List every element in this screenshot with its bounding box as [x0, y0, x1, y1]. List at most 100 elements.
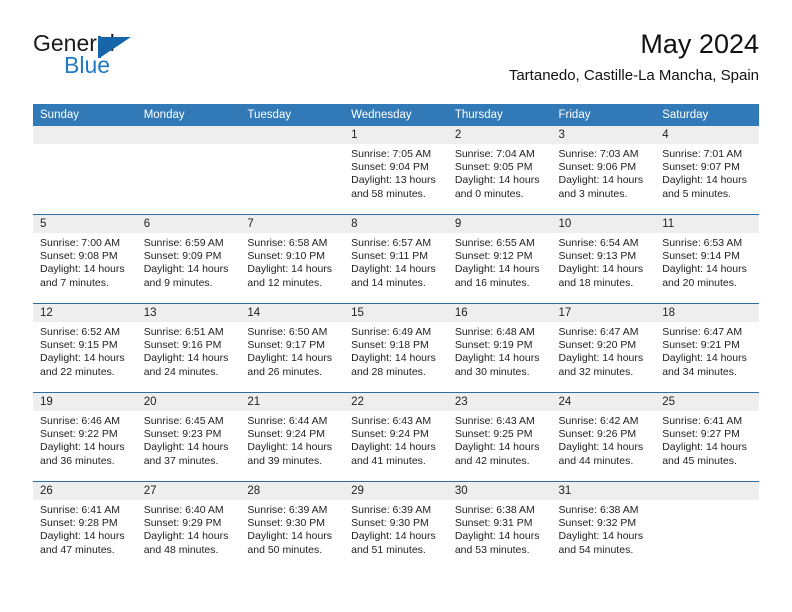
- daylight-duration-line2: and 24 minutes.: [143, 365, 219, 378]
- sunset-time: Sunset: 9:17 PM: [247, 339, 326, 352]
- sunrise-time: Sunrise: 6:39 AM: [351, 504, 432, 516]
- sunrise-time: Sunrise: 6:57 AM: [351, 237, 432, 249]
- sunset-time: Sunset: 9:16 PM: [143, 339, 222, 352]
- calendar-day-cell[interactable]: 18 Sunrise: 6:47 AM Sunset: 9:21 PM Dayligh…: [655, 303, 759, 393]
- sunrise-time: Sunrise: 6:47 AM: [662, 326, 743, 338]
- day-details: Sunrise: 6:46 AM Sunset: 9:22 PM Daylight:…: [33, 411, 137, 468]
- day-number: 15: [344, 304, 448, 322]
- day-details: Sunrise: 7:03 AM Sunset: 9:06 PM Daylight:…: [552, 144, 656, 201]
- daylight-duration-line2: and 28 minutes.: [351, 365, 426, 378]
- daylight-duration-line1: Daylight: 14 hours: [351, 263, 436, 276]
- day-number-band-empty: [136, 126, 241, 144]
- calendar-day-cell[interactable]: 19 Sunrise: 6:46 AM Sunset: 9:22 PM Dayligh…: [33, 392, 137, 482]
- calendar-day-cell[interactable]: 27 Sunrise: 6:40 AM Sunset: 9:29 PM Dayligh…: [136, 481, 241, 570]
- daylight-duration-line2: and 54 minutes.: [558, 543, 634, 556]
- day-number: 9: [447, 215, 552, 233]
- calendar-cell-inner: 24 Sunrise: 6:42 AM Sunset: 9:26 PM Dayligh…: [551, 393, 656, 481]
- day-details: Sunrise: 6:59 AM Sunset: 9:09 PM Daylight:…: [137, 233, 241, 290]
- sunrise-time: Sunrise: 6:47 AM: [558, 326, 639, 338]
- sunrise-time: Sunrise: 6:44 AM: [247, 415, 328, 427]
- calendar-day-cell[interactable]: 4 Sunrise: 7:01 AM Sunset: 9:07 PM Daylight…: [655, 126, 759, 215]
- sunrise-time: Sunrise: 7:04 AM: [454, 148, 535, 160]
- day-details: Sunrise: 6:54 AM Sunset: 9:13 PM Daylight:…: [552, 233, 656, 290]
- calendar-cell-inner: 6 Sunrise: 6:59 AM Sunset: 9:09 PM Daylight…: [136, 215, 241, 303]
- daylight-duration-line1: Daylight: 14 hours: [247, 530, 333, 543]
- calendar-day-cell[interactable]: 5 Sunrise: 7:00 AM Sunset: 9:08 PM Daylight…: [33, 214, 137, 304]
- weekday-header-row: Sunday Monday Tuesday Wednesday Thursday…: [33, 104, 759, 126]
- day-details: Sunrise: 6:39 AM Sunset: 9:30 PM Daylight:…: [240, 500, 344, 557]
- daylight-duration-line2: and 41 minutes.: [351, 454, 426, 467]
- calendar-day-cell[interactable]: 10 Sunrise: 6:54 AM Sunset: 9:13 PM Dayligh…: [551, 214, 656, 304]
- calendar-day-cell[interactable]: 12 Sunrise: 6:52 AM Sunset: 9:15 PM Dayligh…: [33, 303, 137, 393]
- sunrise-time: Sunrise: 6:54 AM: [558, 237, 639, 249]
- calendar-day-cell[interactable]: 11 Sunrise: 6:53 AM Sunset: 9:14 PM Dayligh…: [655, 214, 759, 304]
- sunset-time: Sunset: 9:18 PM: [351, 339, 429, 352]
- daylight-duration-line2: and 26 minutes.: [247, 365, 323, 378]
- calendar-day-cell[interactable]: 26 Sunrise: 6:41 AM Sunset: 9:28 PM Dayligh…: [33, 481, 137, 570]
- calendar-week-row: 5 Sunrise: 7:00 AM Sunset: 9:08 PM Daylight…: [33, 214, 759, 304]
- sunrise-time: Sunrise: 6:50 AM: [247, 326, 328, 338]
- day-details: Sunrise: 6:43 AM Sunset: 9:25 PM Daylight:…: [448, 411, 552, 468]
- day-number-band-empty: [240, 126, 345, 144]
- daylight-duration-line1: Daylight: 14 hours: [454, 441, 540, 454]
- calendar-day-cell[interactable]: 31 Sunrise: 6:38 AM Sunset: 9:32 PM Dayligh…: [551, 481, 656, 570]
- sunrise-time: Sunrise: 6:41 AM: [40, 504, 120, 516]
- calendar-day-cell[interactable]: 23 Sunrise: 6:43 AM Sunset: 9:25 PM Dayligh…: [447, 392, 552, 482]
- calendar-day-cell[interactable]: 14 Sunrise: 6:50 AM Sunset: 9:17 PM Dayligh…: [240, 303, 345, 393]
- calendar-day-cell[interactable]: 6 Sunrise: 6:59 AM Sunset: 9:09 PM Daylight…: [136, 214, 241, 304]
- calendar-cell-inner: 27 Sunrise: 6:40 AM Sunset: 9:29 PM Dayligh…: [136, 482, 241, 570]
- sunrise-time: Sunrise: 7:01 AM: [662, 148, 743, 160]
- sunrise-time: Sunrise: 7:03 AM: [558, 148, 639, 160]
- calendar-day-cell[interactable]: 29 Sunrise: 6:39 AM Sunset: 9:30 PM Dayligh…: [344, 481, 448, 570]
- calendar-day-cell[interactable]: 7 Sunrise: 6:58 AM Sunset: 9:10 PM Daylight…: [240, 214, 345, 304]
- day-details: Sunrise: 6:55 AM Sunset: 9:12 PM Daylight:…: [448, 233, 552, 290]
- day-number: 5: [33, 215, 137, 233]
- sunrise-time: Sunrise: 6:53 AM: [662, 237, 743, 249]
- daylight-duration-line2: and 14 minutes.: [351, 276, 426, 289]
- daylight-duration-line2: and 39 minutes.: [247, 454, 323, 467]
- calendar-day-cell[interactable]: 8 Sunrise: 6:57 AM Sunset: 9:11 PM Daylight…: [344, 214, 448, 304]
- calendar-day-cell[interactable]: 3 Sunrise: 7:03 AM Sunset: 9:06 PM Daylight…: [551, 126, 656, 215]
- calendar-day-cell[interactable]: 30 Sunrise: 6:38 AM Sunset: 9:31 PM Dayligh…: [447, 481, 552, 570]
- sunrise-time: Sunrise: 6:39 AM: [247, 504, 328, 516]
- sunset-time: Sunset: 9:20 PM: [558, 339, 637, 352]
- calendar-cell-inner: 25 Sunrise: 6:41 AM Sunset: 9:27 PM Dayligh…: [655, 393, 759, 481]
- day-details: Sunrise: 6:38 AM Sunset: 9:31 PM Daylight:…: [448, 500, 552, 557]
- day-details: Sunrise: 6:49 AM Sunset: 9:18 PM Daylight:…: [344, 322, 448, 379]
- daylight-duration-line2: and 18 minutes.: [558, 276, 634, 289]
- calendar-day-cell[interactable]: 20 Sunrise: 6:45 AM Sunset: 9:23 PM Dayligh…: [136, 392, 241, 482]
- calendar-cell-inner: 7 Sunrise: 6:58 AM Sunset: 9:10 PM Daylight…: [240, 215, 345, 303]
- daylight-duration-line1: Daylight: 14 hours: [351, 352, 436, 365]
- sunset-time: Sunset: 9:26 PM: [558, 428, 637, 441]
- calendar-day-cell[interactable]: 2 Sunrise: 7:04 AM Sunset: 9:05 PM Daylight…: [447, 126, 552, 215]
- calendar-day-cell[interactable]: 1 Sunrise: 7:05 AM Sunset: 9:04 PM Daylight…: [344, 126, 448, 215]
- calendar-day-cell[interactable]: 21 Sunrise: 6:44 AM Sunset: 9:24 PM Dayligh…: [240, 392, 345, 482]
- daylight-duration-line1: Daylight: 13 hours: [351, 174, 436, 187]
- calendar-day-cell[interactable]: 16 Sunrise: 6:48 AM Sunset: 9:19 PM Dayligh…: [447, 303, 552, 393]
- calendar-day-cell[interactable]: 17 Sunrise: 6:47 AM Sunset: 9:20 PM Dayligh…: [551, 303, 656, 393]
- brand-logo[interactable]: General Blue: [33, 32, 243, 86]
- calendar-day-cell[interactable]: 24 Sunrise: 6:42 AM Sunset: 9:26 PM Dayligh…: [551, 392, 656, 482]
- daylight-duration-line2: and 20 minutes.: [662, 276, 737, 289]
- day-details: Sunrise: 7:05 AM Sunset: 9:04 PM Daylight:…: [344, 144, 448, 201]
- calendar-day-cell[interactable]: 13 Sunrise: 6:51 AM Sunset: 9:16 PM Dayligh…: [136, 303, 241, 393]
- sunrise-time: Sunrise: 6:38 AM: [454, 504, 535, 516]
- calendar-day-cell[interactable]: 28 Sunrise: 6:39 AM Sunset: 9:30 PM Dayligh…: [240, 481, 345, 570]
- day-number: 19: [33, 393, 137, 411]
- sunrise-time: Sunrise: 6:58 AM: [247, 237, 328, 249]
- day-details: Sunrise: 6:43 AM Sunset: 9:24 PM Daylight:…: [344, 411, 448, 468]
- daylight-duration-line2: and 22 minutes.: [40, 365, 115, 378]
- day-details: Sunrise: 6:44 AM Sunset: 9:24 PM Daylight:…: [240, 411, 344, 468]
- day-number-band-empty: [33, 126, 137, 144]
- weekday-header-saturday: Saturday: [655, 104, 759, 126]
- day-number: 4: [655, 126, 759, 144]
- calendar-cell-inner: 22 Sunrise: 6:43 AM Sunset: 9:24 PM Dayligh…: [344, 393, 448, 481]
- daylight-duration-line1: Daylight: 14 hours: [247, 263, 333, 276]
- daylight-duration-line1: Daylight: 14 hours: [662, 263, 747, 276]
- calendar-day-cell[interactable]: 22 Sunrise: 6:43 AM Sunset: 9:24 PM Dayligh…: [344, 392, 448, 482]
- calendar-day-cell[interactable]: 25 Sunrise: 6:41 AM Sunset: 9:27 PM Dayligh…: [655, 392, 759, 482]
- calendar-day-cell[interactable]: 9 Sunrise: 6:55 AM Sunset: 9:12 PM Daylight…: [447, 214, 552, 304]
- calendar-day-cell[interactable]: 15 Sunrise: 6:49 AM Sunset: 9:18 PM Dayligh…: [344, 303, 448, 393]
- daylight-duration-line2: and 45 minutes.: [662, 454, 737, 467]
- calendar-body: 1 Sunrise: 7:05 AM Sunset: 9:04 PM Daylight…: [33, 126, 759, 570]
